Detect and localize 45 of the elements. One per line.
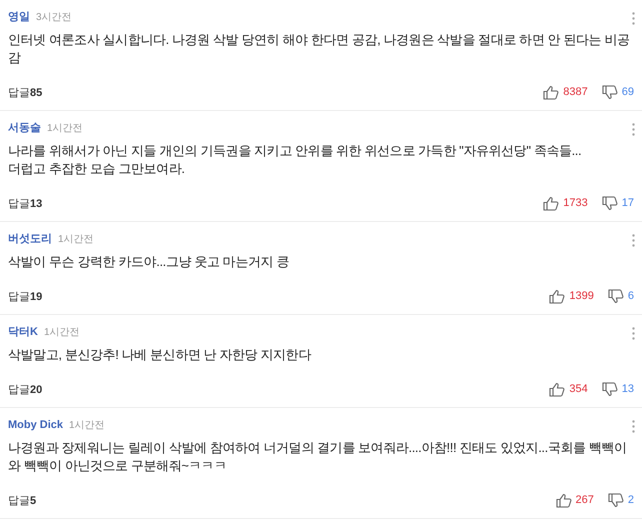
comment-author[interactable]: 버섯도리 (8, 231, 52, 247)
thumbs-up-icon (543, 196, 560, 210)
comment-time: 1시간전 (58, 233, 94, 247)
comment-author[interactable]: Moby Dick (8, 417, 64, 433)
reply-button[interactable]: 답글85 (8, 84, 42, 100)
like-button[interactable]: 8387 (543, 84, 588, 100)
comment-author[interactable]: 닥터K (8, 324, 38, 340)
like-button[interactable]: 354 (549, 382, 588, 396)
comment-time: 3시간전 (36, 11, 72, 25)
dislike-button[interactable]: 2 (608, 492, 634, 508)
thumbs-up-icon (543, 84, 560, 100)
thumbs-down-icon (602, 382, 618, 396)
comment-time: 1시간전 (47, 122, 83, 136)
comment-text: 삭발이 무슨 강력한 카드야...그냥 웃고 마는거지 킁 (8, 253, 290, 271)
thumbs-down-icon (608, 492, 624, 508)
thumbs-up-icon (549, 382, 566, 396)
thumbs-up-icon (549, 288, 566, 304)
comment-text: 나경원과 장제워니는 릴레이 삭발에 참여하여 너거덜의 결기를 보여줘라....아참!!! 진태도 있었지...국회를 빽빽이와 빽빽이 아닌것으로 구분해줘~ㅋㅋㅋ (8, 439, 628, 475)
more-icon[interactable] (632, 327, 635, 340)
dislike-button[interactable]: 6 (608, 288, 634, 304)
comment-text: 나라를 위해서가 아닌 지들 개인의 기득권을 지키고 안위를 위한 위선으로 가득한 "자유위선당" 족속들... 더럽고 추잡한 모습 그만보여라. (8, 142, 582, 178)
reply-button[interactable]: 답글13 (8, 196, 42, 210)
dislike-button[interactable]: 13 (602, 382, 634, 396)
reply-button[interactable]: 답글5 (8, 492, 36, 508)
more-icon[interactable] (632, 234, 635, 247)
thumbs-down-icon (602, 196, 618, 210)
comment-text: 인터넷 여론조사 실시합니다. 나경원 삭발 당연히 해야 한다면 공감, 나경원은 삭발을 절대로 하면 안 된다는 비공감 (8, 31, 631, 67)
comment-time: 1시간전 (44, 326, 80, 340)
like-button[interactable]: 1399 (549, 288, 594, 304)
dislike-button[interactable]: 17 (602, 196, 634, 210)
more-icon[interactable] (632, 123, 635, 136)
thumbs-down-icon (602, 84, 618, 100)
comment-author[interactable]: 영일 (8, 9, 30, 25)
comment-author[interactable]: 서동술 (8, 120, 41, 136)
like-button[interactable]: 1733 (543, 196, 588, 210)
reply-button[interactable]: 답글20 (8, 382, 42, 396)
reply-button[interactable]: 답글19 (8, 288, 42, 304)
comment-text: 삭발말고, 분신강추! 나베 분신하면 난 자한당 지지한다 (8, 346, 312, 364)
thumbs-up-icon (556, 492, 572, 508)
dislike-button[interactable]: 69 (602, 84, 634, 100)
comment-time: 1시간전 (69, 419, 105, 433)
more-icon[interactable] (632, 420, 635, 433)
thumbs-down-icon (608, 288, 624, 304)
more-icon[interactable] (632, 12, 635, 25)
like-button[interactable]: 267 (556, 492, 594, 508)
